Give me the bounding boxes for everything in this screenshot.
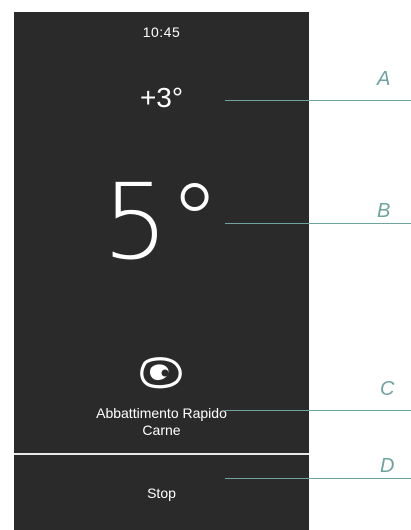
stop-button[interactable]: Stop (14, 455, 309, 530)
callout-label-b: B (377, 200, 391, 222)
clock-time: 10:45 (142, 24, 181, 40)
core-temperature: 5° (102, 161, 221, 283)
callout-line-b (225, 223, 411, 224)
callout-label-d: D (380, 455, 395, 477)
steak-icon (140, 357, 182, 389)
setpoint-temperature: +3° (139, 82, 184, 113)
callout-line-c (225, 410, 411, 411)
callout-line-d (225, 478, 411, 479)
program-name-line2: Carne (142, 422, 181, 438)
callout-label-c: C (380, 378, 395, 400)
callout-label-a: A (377, 68, 391, 90)
program-name-line1: Abbattimento Rapido (96, 405, 227, 421)
appliance-display: 10:45 +3° 5° Abbattimento Rapido Carne S… (14, 12, 309, 530)
callout-line-a (225, 100, 411, 101)
